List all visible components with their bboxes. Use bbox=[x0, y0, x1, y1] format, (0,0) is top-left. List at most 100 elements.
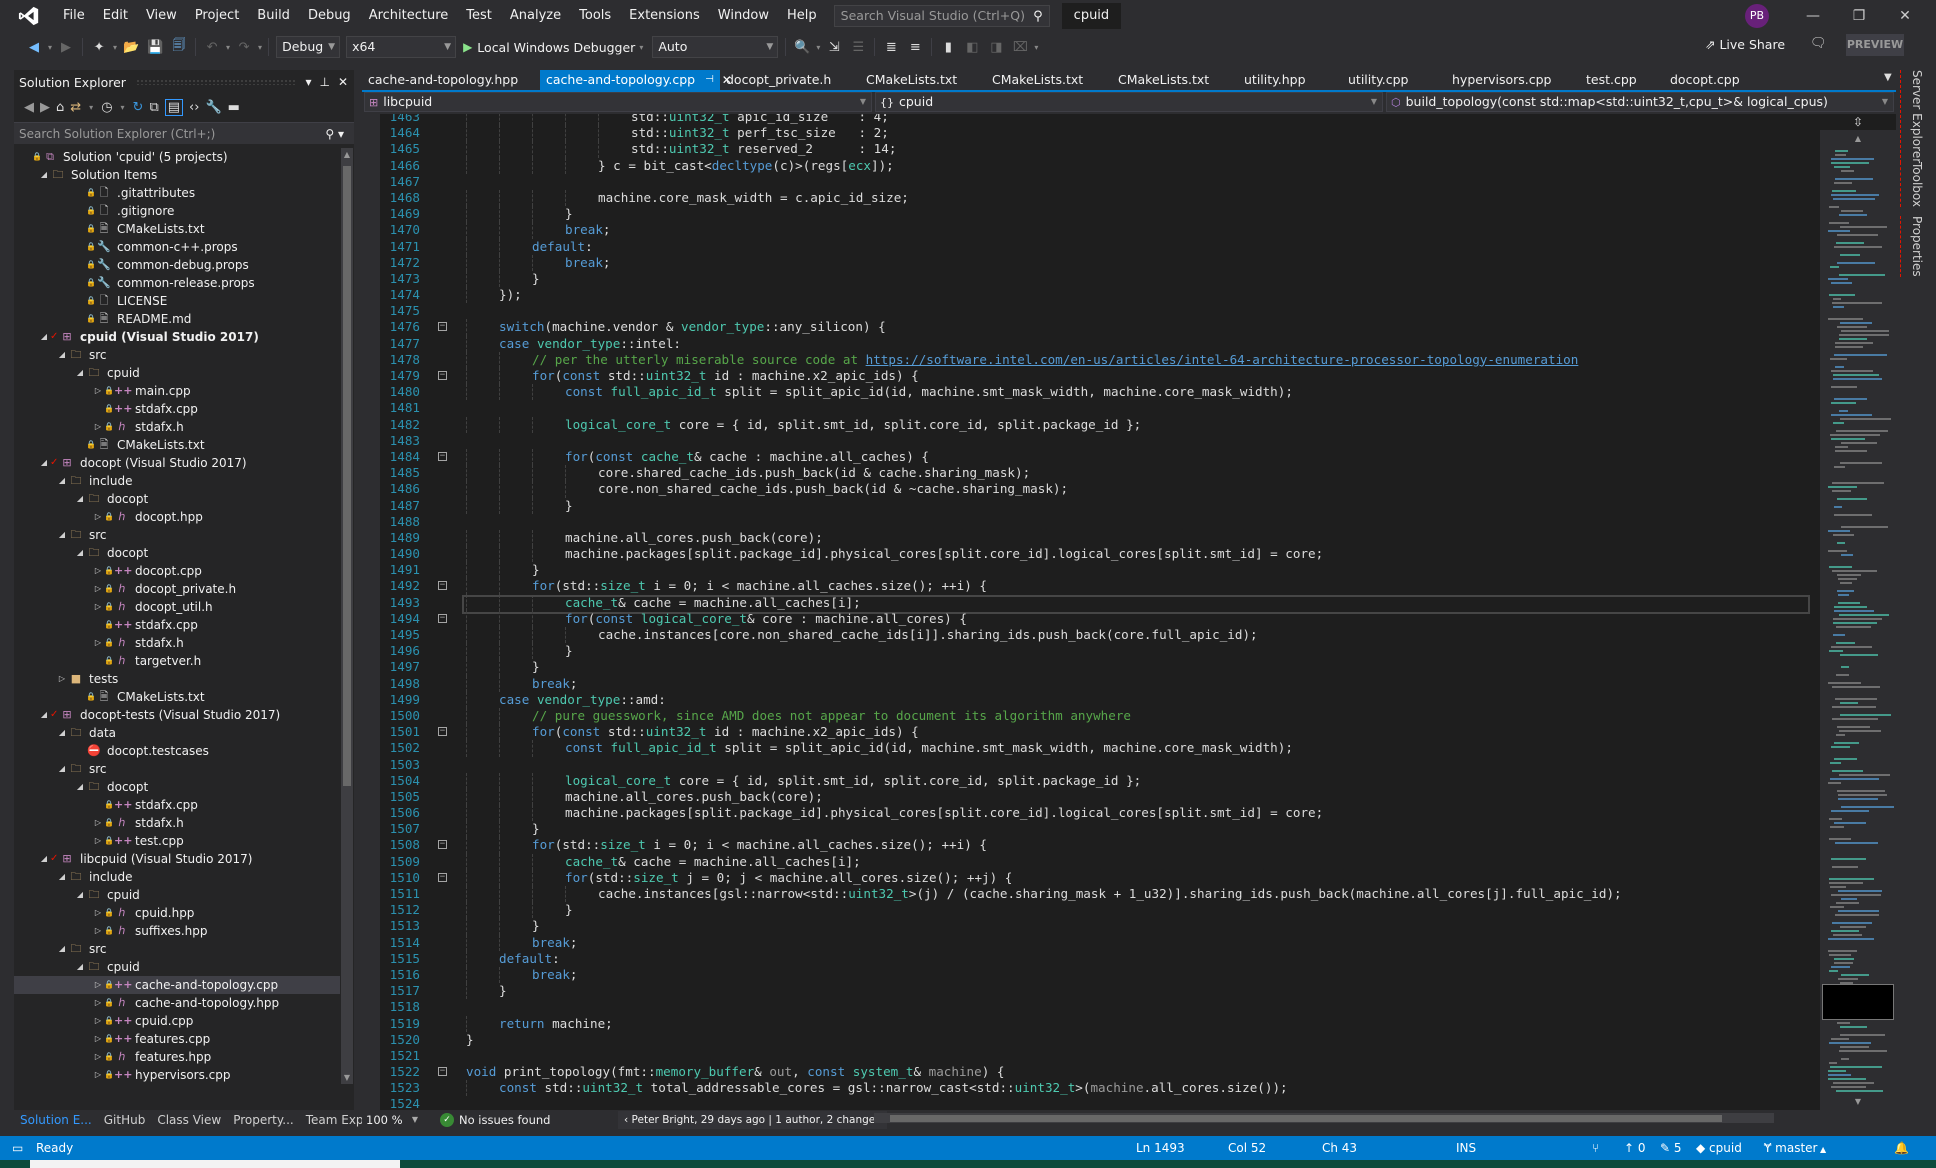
code-line[interactable]: 1464 std::uint32_t perf_tsc_size : 2; bbox=[380, 125, 1820, 142]
navigate-forward-icon[interactable]: ▶ bbox=[56, 37, 76, 57]
menu-view[interactable]: View bbox=[137, 0, 186, 32]
code-line[interactable]: 1469} bbox=[380, 206, 1820, 223]
code-line[interactable]: 1481 bbox=[380, 400, 1820, 416]
expanded-arrow-icon[interactable]: ◢ bbox=[74, 364, 86, 382]
collapsed-arrow-icon[interactable]: ▷ bbox=[92, 922, 104, 940]
code-line[interactable]: 1490 machine.packages[split.package_id].p… bbox=[380, 546, 1820, 563]
expanded-arrow-icon[interactable]: ◢ bbox=[56, 868, 68, 886]
code-line[interactable]: 1524 bbox=[380, 1096, 1820, 1110]
tree-item[interactable]: 🔒 🗎 CMakeLists.txt bbox=[14, 436, 340, 454]
code-line[interactable]: 1467 bbox=[380, 174, 1820, 190]
code-line[interactable]: 1478 // per the utterly miserable source … bbox=[380, 351, 1820, 368]
minimap-viewport[interactable] bbox=[1822, 984, 1894, 1020]
tree-item[interactable]: ◢ 🗀 src bbox=[14, 760, 340, 778]
scrollbar-minimap[interactable]: ⇳ ▲ ▼ bbox=[1820, 114, 1896, 1110]
tree-item[interactable]: ▷ 🔒 ℎ stdafx.h bbox=[14, 418, 340, 436]
tree-item[interactable]: 🔒 🗎 CMakeLists.txt bbox=[14, 688, 340, 706]
code-line[interactable]: 1491} bbox=[380, 562, 1820, 579]
collapse-block-icon[interactable]: − bbox=[438, 840, 447, 850]
unpushed-commits[interactable]: ↑ 0 bbox=[1624, 1136, 1646, 1160]
code-line[interactable]: 1504 logical_core_t core = { id, split.sm… bbox=[380, 772, 1820, 789]
tree-item[interactable]: 🔒 🔧 common-c++.props bbox=[14, 238, 340, 256]
tree-item[interactable]: 🔒 ++ stdafx.cpp bbox=[14, 616, 340, 634]
collapse-block-icon[interactable]: − bbox=[438, 727, 447, 737]
code-line[interactable]: 1517} bbox=[380, 983, 1820, 1000]
code-line[interactable]: 1508 − for(std::size_t i = 0; i < machine.… bbox=[380, 837, 1820, 854]
tree-item[interactable]: ◢ 🗀 cpuid bbox=[14, 958, 340, 976]
bookmark-icon[interactable]: ▮ bbox=[938, 37, 958, 57]
code-line[interactable]: 1488 bbox=[380, 514, 1820, 530]
expanded-arrow-icon[interactable]: ◢ bbox=[74, 958, 86, 976]
code-line[interactable]: 1499 case vendor_type::amd: bbox=[380, 691, 1820, 708]
code-line[interactable]: 1503 bbox=[380, 757, 1820, 773]
collapsed-arrow-icon[interactable]: ▷ bbox=[92, 580, 104, 598]
scroll-up-icon[interactable]: ▲ bbox=[341, 150, 353, 159]
collapsed-arrow-icon[interactable]: ▷ bbox=[92, 508, 104, 526]
tree-item[interactable]: 🔒 ℎ targetver.h bbox=[14, 652, 340, 670]
visual-studio-logo-icon[interactable] bbox=[14, 1, 44, 31]
user-avatar[interactable]: PB bbox=[1745, 4, 1769, 28]
scrollbar-thumb[interactable] bbox=[890, 1115, 1722, 1122]
code-line[interactable]: 1468 machine.core_mask_width = c.apic_id_… bbox=[380, 189, 1820, 207]
tree-item[interactable]: ▷ 🔒 ℎ docopt_private.h bbox=[14, 580, 340, 598]
live-share-button[interactable]: ⇗ Live Share bbox=[1705, 37, 1785, 52]
code-line[interactable]: 1480 const full_apic_id_t split = split_a… bbox=[380, 384, 1820, 401]
tree-item[interactable]: ◢ 🗀 include bbox=[14, 868, 340, 886]
tree-item[interactable]: ◢ ✓ ⊞ libcpuid (Visual Studio 2017) bbox=[14, 850, 340, 868]
menu-build[interactable]: Build bbox=[248, 0, 299, 32]
collapse-block-icon[interactable]: − bbox=[438, 613, 447, 623]
close-window-button[interactable]: ✕ bbox=[1882, 0, 1928, 32]
code-line[interactable]: 1505 machine.all_cores.push_back(core); bbox=[380, 788, 1820, 806]
collapsed-arrow-icon[interactable]: ▷ bbox=[92, 1030, 104, 1048]
code-line[interactable]: 1518 bbox=[380, 999, 1820, 1015]
member-dropdown[interactable]: ⬡ build_topology(const std::map<std::uint… bbox=[1386, 92, 1894, 112]
code-line[interactable]: 1521 bbox=[380, 1048, 1820, 1064]
project-dropdown[interactable]: ⊞ libcpuid ▼ bbox=[364, 92, 872, 112]
code-line[interactable]: 1474}); bbox=[380, 287, 1820, 304]
document-tab[interactable]: utility.hpp bbox=[1238, 70, 1342, 90]
code-line[interactable]: 1497} bbox=[380, 659, 1820, 676]
find-in-files-icon[interactable]: 🔍 bbox=[792, 37, 812, 57]
pull-request-icon[interactable]: ⑂ bbox=[1592, 1136, 1599, 1160]
collapsed-arrow-icon[interactable]: ▷ bbox=[92, 904, 104, 922]
scroll-down-icon[interactable]: ▼ bbox=[341, 1073, 353, 1082]
issues-indicator[interactable]: ✓ No issues found bbox=[440, 1113, 618, 1127]
repository-picker[interactable]: ◆ cpuid bbox=[1696, 1136, 1742, 1160]
tree-item[interactable]: ◢ 🗀 Solution Items bbox=[14, 166, 340, 184]
window-position-dropdown-icon[interactable]: ▾ bbox=[305, 75, 311, 89]
new-project-icon[interactable]: ✦ bbox=[89, 37, 109, 57]
tree-item[interactable]: ◢ 🗀 src bbox=[14, 940, 340, 958]
expanded-arrow-icon[interactable]: ◢ bbox=[74, 886, 86, 904]
collapse-block-icon[interactable]: − bbox=[438, 1067, 447, 1077]
tree-item[interactable]: 🔒 🗋 LICENSE bbox=[14, 292, 340, 310]
code-line[interactable]: 1514 break; bbox=[380, 934, 1820, 951]
pin-icon[interactable]: ⊥ bbox=[319, 75, 329, 89]
menu-window[interactable]: Window bbox=[709, 0, 778, 32]
code-line[interactable]: 1496} bbox=[380, 643, 1820, 660]
tree-item[interactable]: ▷ 🔒 ++ test.cpp bbox=[14, 832, 340, 850]
minimize-button[interactable]: — bbox=[1790, 0, 1836, 32]
code-line[interactable]: 1492 − for(std::size_t i = 0; i < machine.… bbox=[380, 578, 1820, 595]
scroll-up-icon[interactable]: ▲ bbox=[1820, 134, 1896, 143]
code-line[interactable]: 1513} bbox=[380, 918, 1820, 935]
tool-tab-property[interactable]: Property... bbox=[227, 1113, 300, 1127]
document-tab[interactable]: CMakeLists.txt bbox=[1112, 70, 1238, 90]
open-file-icon[interactable]: 📂 bbox=[121, 37, 141, 57]
code-line[interactable]: 1486 core.non_shared_cache_ids.push_back(… bbox=[380, 481, 1820, 498]
step-over-icon[interactable]: ☰ bbox=[848, 37, 868, 57]
expanded-arrow-icon[interactable]: ◢ bbox=[38, 328, 50, 346]
pending-changes-filter-icon[interactable]: ◷ bbox=[101, 100, 112, 115]
code-line[interactable]: 1510 − for(std::size_t j = 0; j < machine.… bbox=[380, 869, 1820, 886]
expanded-arrow-icon[interactable]: ◢ bbox=[56, 940, 68, 958]
menu-edit[interactable]: Edit bbox=[94, 0, 137, 32]
code-line[interactable]: 1501 − for(const std::uint32_t id : machin… bbox=[380, 724, 1820, 741]
tree-item[interactable]: 🔒 🗎 CMakeLists.txt bbox=[14, 220, 340, 238]
tree-item[interactable]: 🔒 ++ stdafx.cpp bbox=[14, 400, 340, 418]
tree-item[interactable]: 🔒 ++ stdafx.cpp bbox=[14, 796, 340, 814]
tree-item[interactable]: ▷ 🔒 ++ main.cpp bbox=[14, 382, 340, 400]
code-line[interactable]: 1515 default: bbox=[380, 950, 1820, 967]
tree-item[interactable]: ▷ 🔒 ++ docopt.cpp bbox=[14, 562, 340, 580]
preview-badge[interactable]: PREVIEW bbox=[1846, 34, 1904, 56]
code-line[interactable]: 1523 const std::uint32_t total_addressabl… bbox=[380, 1080, 1820, 1097]
tree-item[interactable]: 🔒 🔧 common-release.props bbox=[14, 274, 340, 292]
